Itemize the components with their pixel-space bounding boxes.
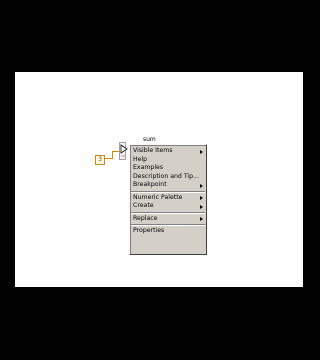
triangle-right-icon bbox=[200, 149, 203, 154]
menu-item-label: Visible Items bbox=[133, 147, 173, 154]
video-frame: 3 sum Visible Items Help Examples Descri… bbox=[0, 0, 318, 360]
block-diagram-canvas[interactable]: 3 sum Visible Items Help Examples Descri… bbox=[15, 72, 303, 287]
triangle-right-icon bbox=[200, 196, 203, 200]
menu-item-breakpoint[interactable]: Breakpoint bbox=[130, 181, 206, 190]
menu-item-create[interactable]: Create bbox=[130, 202, 206, 211]
triangle-right-icon bbox=[200, 217, 203, 221]
compound-arithmetic-icon[interactable] bbox=[119, 142, 129, 160]
menu-item-numeric-palette[interactable]: Numeric Palette bbox=[130, 194, 206, 203]
menu-item-visible-items[interactable]: Visible Items bbox=[130, 147, 206, 156]
menu-item-label: Breakpoint bbox=[133, 181, 167, 188]
context-menu[interactable]: Visible Items Help Examples Description … bbox=[129, 144, 207, 255]
menu-item-description-and-tip[interactable]: Description and Tip... bbox=[130, 173, 206, 182]
triangle-right-icon bbox=[200, 183, 203, 188]
menu-item-label: Help bbox=[133, 155, 148, 163]
numeric-constant[interactable]: 3 bbox=[95, 155, 105, 165]
menu-item-label: Properties bbox=[133, 227, 165, 234]
menu-item-label: Replace bbox=[133, 214, 158, 222]
node-label: sum bbox=[143, 136, 156, 143]
triangle-right-icon bbox=[200, 204, 203, 209]
menu-item-help[interactable]: Help bbox=[130, 156, 206, 165]
menu-item-properties[interactable]: Properties bbox=[130, 227, 206, 236]
menu-item-replace[interactable]: Replace bbox=[130, 215, 206, 224]
menu-item-label: Description and Tip... bbox=[133, 172, 199, 180]
wire-segment bbox=[112, 151, 113, 159]
menu-item-examples[interactable]: Examples bbox=[130, 164, 206, 173]
menu-item-label: Examples bbox=[133, 164, 164, 171]
menu-item-label: Numeric Palette bbox=[133, 193, 183, 201]
menu-item-label: Create bbox=[133, 202, 154, 209]
